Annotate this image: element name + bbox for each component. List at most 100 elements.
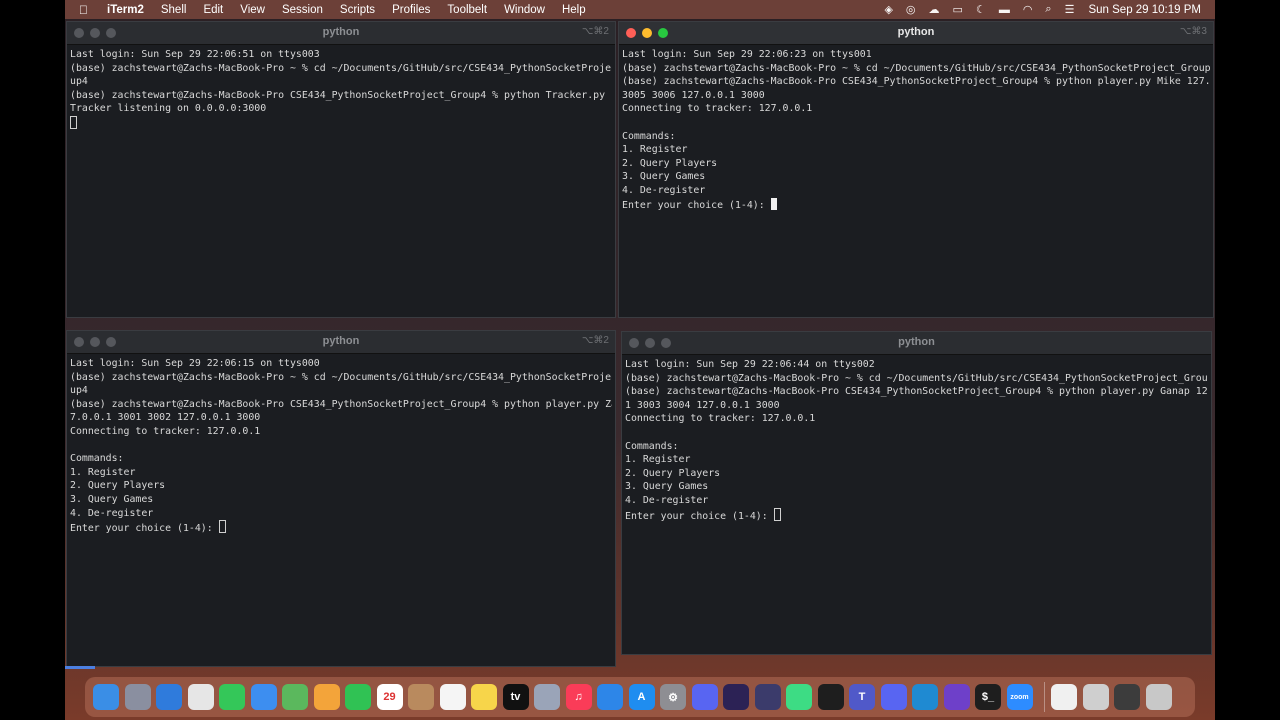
eclipse-icon[interactable] bbox=[723, 684, 749, 710]
finder-icon[interactable] bbox=[93, 684, 119, 710]
cloud-icon[interactable]: ☁ bbox=[929, 3, 940, 16]
eclipse-ide-icon[interactable] bbox=[754, 684, 781, 710]
terminal-pane-mike[interactable]: python ⌥⌘3 Last login: Sun Sep 29 22:06:… bbox=[618, 21, 1214, 318]
launchpad-icon[interactable] bbox=[124, 684, 151, 710]
calendar-icon[interactable]: 29 bbox=[376, 684, 403, 710]
zoom-icon[interactable]: zoom bbox=[1006, 684, 1033, 710]
terminal-line: (base) zachstewart@Zachs-MacBook-Pro CSE… bbox=[622, 76, 1210, 88]
terminal-cursor bbox=[218, 520, 226, 534]
contacts-icon[interactable] bbox=[408, 684, 434, 710]
creative-cloud-icon[interactable]: ◎ bbox=[906, 3, 916, 16]
trash-icon[interactable] bbox=[1145, 684, 1172, 710]
pane-title: python bbox=[322, 26, 360, 38]
mail-icon[interactable] bbox=[250, 684, 277, 710]
search-icon[interactable]: ⌕ bbox=[1045, 3, 1051, 16]
wifi-icon[interactable]: ◠ bbox=[1023, 3, 1033, 16]
terminal-line: Last login: Sun Sep 29 22:06:44 on ttys0… bbox=[625, 359, 875, 370]
apple-tv-icon[interactable]: tv bbox=[502, 684, 529, 710]
android-studio-icon[interactable] bbox=[786, 684, 812, 710]
discord-icon[interactable] bbox=[691, 684, 718, 710]
teams-icon[interactable]: T bbox=[849, 684, 875, 710]
pane-shortcut: ⌥⌘2 bbox=[581, 335, 609, 346]
terminal-line: up4 bbox=[70, 385, 88, 397]
pane-titlebar[interactable]: python ⌥⌘2 bbox=[67, 22, 615, 45]
photos-icon[interactable] bbox=[313, 684, 340, 710]
terminal-line: 2. Query Players bbox=[625, 467, 721, 479]
control-center-icon[interactable]: ☰ bbox=[1065, 3, 1075, 16]
pane-titlebar[interactable]: python ⌥⌘2 bbox=[67, 331, 615, 354]
terminal-line: 7.0.0.1 3001 3002 127.0.0.1 3000 bbox=[70, 412, 261, 424]
status-area: ◈ ◎ ☁ ▭ ☾ ▬ ◠ ⌕ ☰ Sun Sep 29 10:19 PM bbox=[871, 0, 1201, 19]
terminal-pane-zach[interactable]: python ⌥⌘2 Last login: Sun Sep 29 22:06:… bbox=[66, 330, 616, 667]
battery-icon[interactable]: ▬ bbox=[999, 4, 1010, 16]
terminal-output[interactable]: Last login: Sun Sep 29 22:06:15 on ttys0… bbox=[67, 354, 615, 537]
terminal-icon[interactable]: $_ bbox=[975, 684, 1001, 710]
menu-item-help[interactable]: Help bbox=[562, 4, 586, 16]
chrome-icon[interactable] bbox=[187, 684, 214, 710]
terminal-cursor bbox=[770, 197, 777, 210]
menu-item-session[interactable]: Session bbox=[282, 4, 323, 16]
keyboard-icon[interactable] bbox=[1082, 684, 1109, 710]
menu-clock[interactable]: Sun Sep 29 10:19 PM bbox=[1088, 4, 1201, 16]
terminal-output[interactable]: Last login: Sun Sep 29 22:06:44 on ttys0… bbox=[622, 355, 1211, 524]
apple-logo-icon[interactable]:  bbox=[79, 3, 93, 17]
figma-icon[interactable]: ◈ bbox=[884, 3, 892, 16]
dock-separator bbox=[1044, 682, 1045, 712]
menu-item-toolbelt[interactable]: Toolbelt bbox=[447, 4, 487, 16]
terminal-line: (base) zachstewart@Zachs-MacBook-Pro ~ %… bbox=[625, 372, 1208, 384]
menu-item-window[interactable]: Window bbox=[504, 4, 545, 16]
menu-item-shell[interactable]: Shell bbox=[161, 4, 187, 16]
pane-title: python bbox=[898, 336, 935, 348]
pane-scroll-indicator bbox=[65, 666, 95, 669]
desktop:  iTerm2 Shell Edit View Session Scripts… bbox=[65, 0, 1215, 720]
terminal-line: 3. Query Games bbox=[625, 481, 709, 493]
messages-icon[interactable] bbox=[219, 684, 245, 710]
app-store-icon[interactable]: A bbox=[628, 684, 655, 710]
menu-item-edit[interactable]: Edit bbox=[203, 4, 223, 16]
menu-item-scripts[interactable]: Scripts bbox=[340, 4, 375, 16]
downloads-folder-icon[interactable] bbox=[1051, 684, 1077, 710]
safari-icon[interactable] bbox=[156, 684, 182, 710]
terminal-line: Last login: Sun Sep 29 22:06:51 on ttys0… bbox=[70, 49, 320, 60]
terminal-line: (base) zachstewart@Zachs-MacBook-Pro CSE… bbox=[70, 89, 606, 101]
facetime-icon[interactable] bbox=[345, 684, 371, 710]
menu-item-profiles[interactable]: Profiles bbox=[392, 4, 430, 16]
reminders-icon[interactable] bbox=[439, 684, 466, 710]
menu-item-iterm2[interactable]: iTerm2 bbox=[107, 4, 144, 16]
moon-icon[interactable]: ☾ bbox=[976, 3, 986, 16]
terminal-output[interactable]: Last login: Sun Sep 29 22:06:23 on ttys0… bbox=[619, 45, 1213, 214]
terminal-line: 4. De-register bbox=[70, 507, 154, 519]
vscode-icon[interactable] bbox=[912, 684, 938, 710]
terminal-pane-ganap[interactable]: python Last login: Sun Sep 29 22:06:44 o… bbox=[621, 331, 1212, 655]
github-desktop-icon[interactable] bbox=[943, 684, 970, 710]
terminal-line: 1 3003 3004 127.0.0.1 3000 bbox=[625, 399, 780, 411]
menu-item-view[interactable]: View bbox=[240, 4, 265, 16]
terminal-line: Connecting to tracker: 127.0.0.1 bbox=[625, 413, 816, 425]
system-settings-icon[interactable]: ⚙ bbox=[660, 684, 686, 710]
pane-titlebar[interactable]: python bbox=[622, 332, 1211, 355]
figma-icon[interactable] bbox=[817, 684, 844, 710]
keynote-icon[interactable] bbox=[597, 684, 623, 710]
window-icon[interactable] bbox=[1114, 684, 1140, 710]
choice-prompt: Enter your choice (1-4): bbox=[622, 199, 771, 211]
music-icon[interactable]: ♫ bbox=[565, 684, 592, 710]
notes-icon[interactable] bbox=[471, 684, 497, 710]
screen-mirroring-icon[interactable]: ▭ bbox=[953, 3, 963, 16]
menu-bar:  iTerm2 Shell Edit View Session Scripts… bbox=[65, 0, 1215, 19]
terminal-line: Last login: Sun Sep 29 22:06:15 on ttys0… bbox=[70, 358, 320, 369]
maps-icon[interactable] bbox=[282, 684, 308, 710]
terminal-line: (base) zachstewart@Zachs-MacBook-Pro ~ %… bbox=[70, 371, 612, 383]
choice-prompt: Enter your choice (1-4): bbox=[625, 510, 774, 522]
preview-icon[interactable] bbox=[534, 684, 560, 710]
pane-shortcut: ⌥⌘2 bbox=[581, 26, 609, 37]
terminal-line: up4 bbox=[70, 76, 88, 88]
terminal-output[interactable]: Last login: Sun Sep 29 22:06:51 on ttys0… bbox=[67, 45, 615, 133]
choice-prompt: Enter your choice (1-4): bbox=[70, 523, 219, 534]
pane-titlebar[interactable]: python ⌥⌘3 bbox=[619, 22, 1213, 45]
terminal-line: Connecting to tracker: 127.0.0.1 bbox=[70, 425, 261, 437]
terminal-pane-tracker[interactable]: python ⌥⌘2 Last login: Sun Sep 29 22:06:… bbox=[66, 21, 616, 318]
discord-alt-icon[interactable] bbox=[880, 684, 907, 710]
